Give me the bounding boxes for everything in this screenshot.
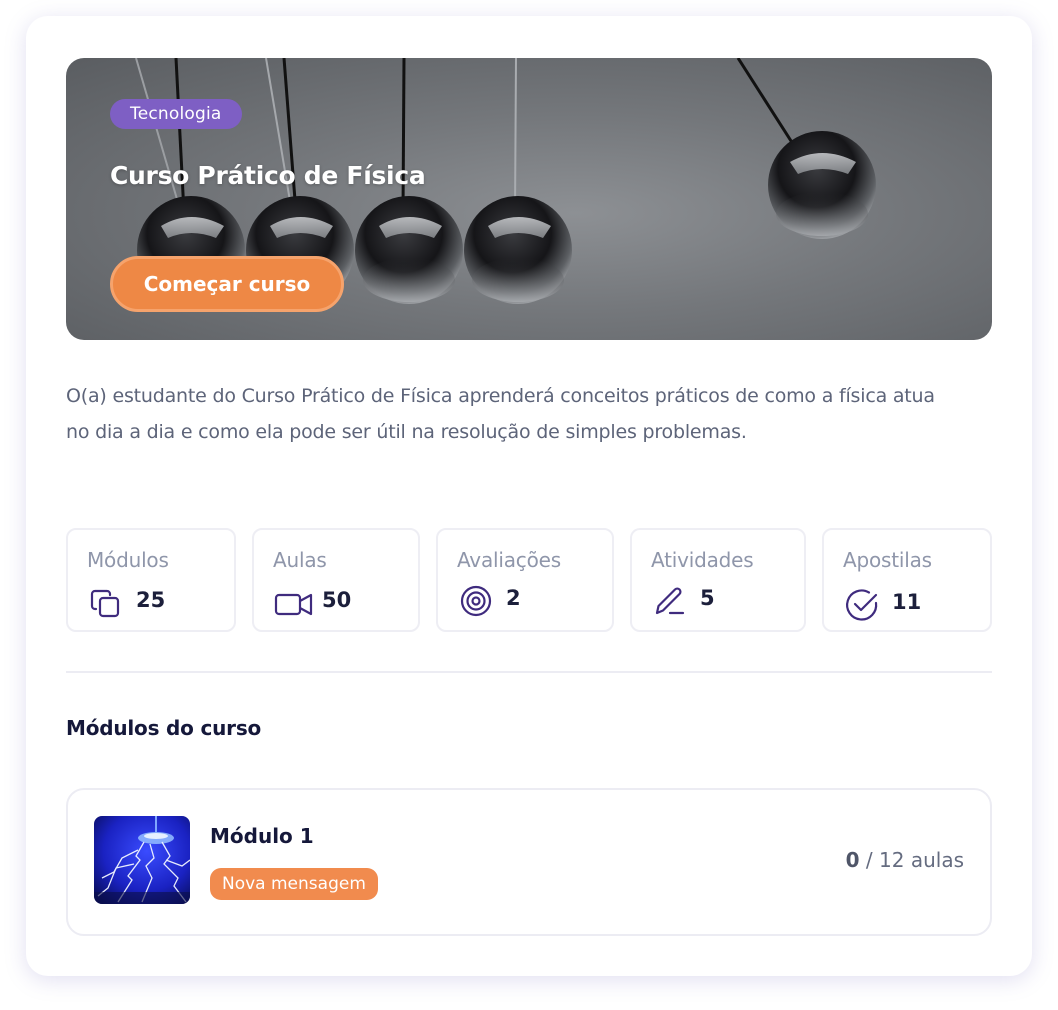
stat-label: Atividades xyxy=(651,548,754,572)
stat-label: Aulas xyxy=(273,548,327,572)
stat-value: 5 xyxy=(700,586,715,610)
course-card: Tecnologia Curso Prático de Física Começ… xyxy=(26,16,1032,976)
target-icon xyxy=(460,585,492,617)
course-description: O(a) estudante do Curso Prático de Físic… xyxy=(66,385,935,443)
stat-value: 25 xyxy=(136,588,166,612)
section-divider xyxy=(66,671,992,673)
course-hero-banner: Tecnologia Curso Prático de Física Começ… xyxy=(66,58,992,340)
check-circle-icon xyxy=(846,589,878,621)
module-thumbnail xyxy=(94,816,190,904)
plasma-lightning-image xyxy=(94,816,190,904)
module-progress: 0 / 12 aulas xyxy=(846,848,964,872)
stat-handouts: Apostilas 11 xyxy=(822,528,992,632)
stat-activities: Atividades 5 xyxy=(630,528,806,632)
modules-section-title: Módulos do curso xyxy=(66,716,262,740)
video-icon xyxy=(274,593,313,616)
course-title: Curso Prático de Física xyxy=(110,161,426,190)
stat-label: Avaliações xyxy=(457,548,561,572)
stat-label: Apostilas xyxy=(843,548,932,572)
copy-icon xyxy=(90,589,120,618)
stat-value: 50 xyxy=(322,588,352,612)
completed-lessons: 0 xyxy=(845,848,860,872)
pencil-icon xyxy=(655,587,685,615)
new-message-badge: Nova mensagem xyxy=(210,868,378,900)
category-badge: Tecnologia xyxy=(110,99,242,129)
start-course-button[interactable]: Começar curso xyxy=(110,256,344,312)
stat-value: 11 xyxy=(892,590,922,614)
stat-lessons: Aulas 50 xyxy=(252,528,420,632)
stat-value: 2 xyxy=(506,586,521,610)
stat-modules: Módulos 25 xyxy=(66,528,236,632)
module-item[interactable]: Módulo 1 Nova mensagem 0 / 12 aulas xyxy=(66,788,992,936)
stat-assessments: Avaliações 2 xyxy=(436,528,614,632)
total-lessons: / 12 aulas xyxy=(865,848,964,872)
module-title: Módulo 1 xyxy=(210,824,314,848)
stat-label: Módulos xyxy=(87,548,169,572)
